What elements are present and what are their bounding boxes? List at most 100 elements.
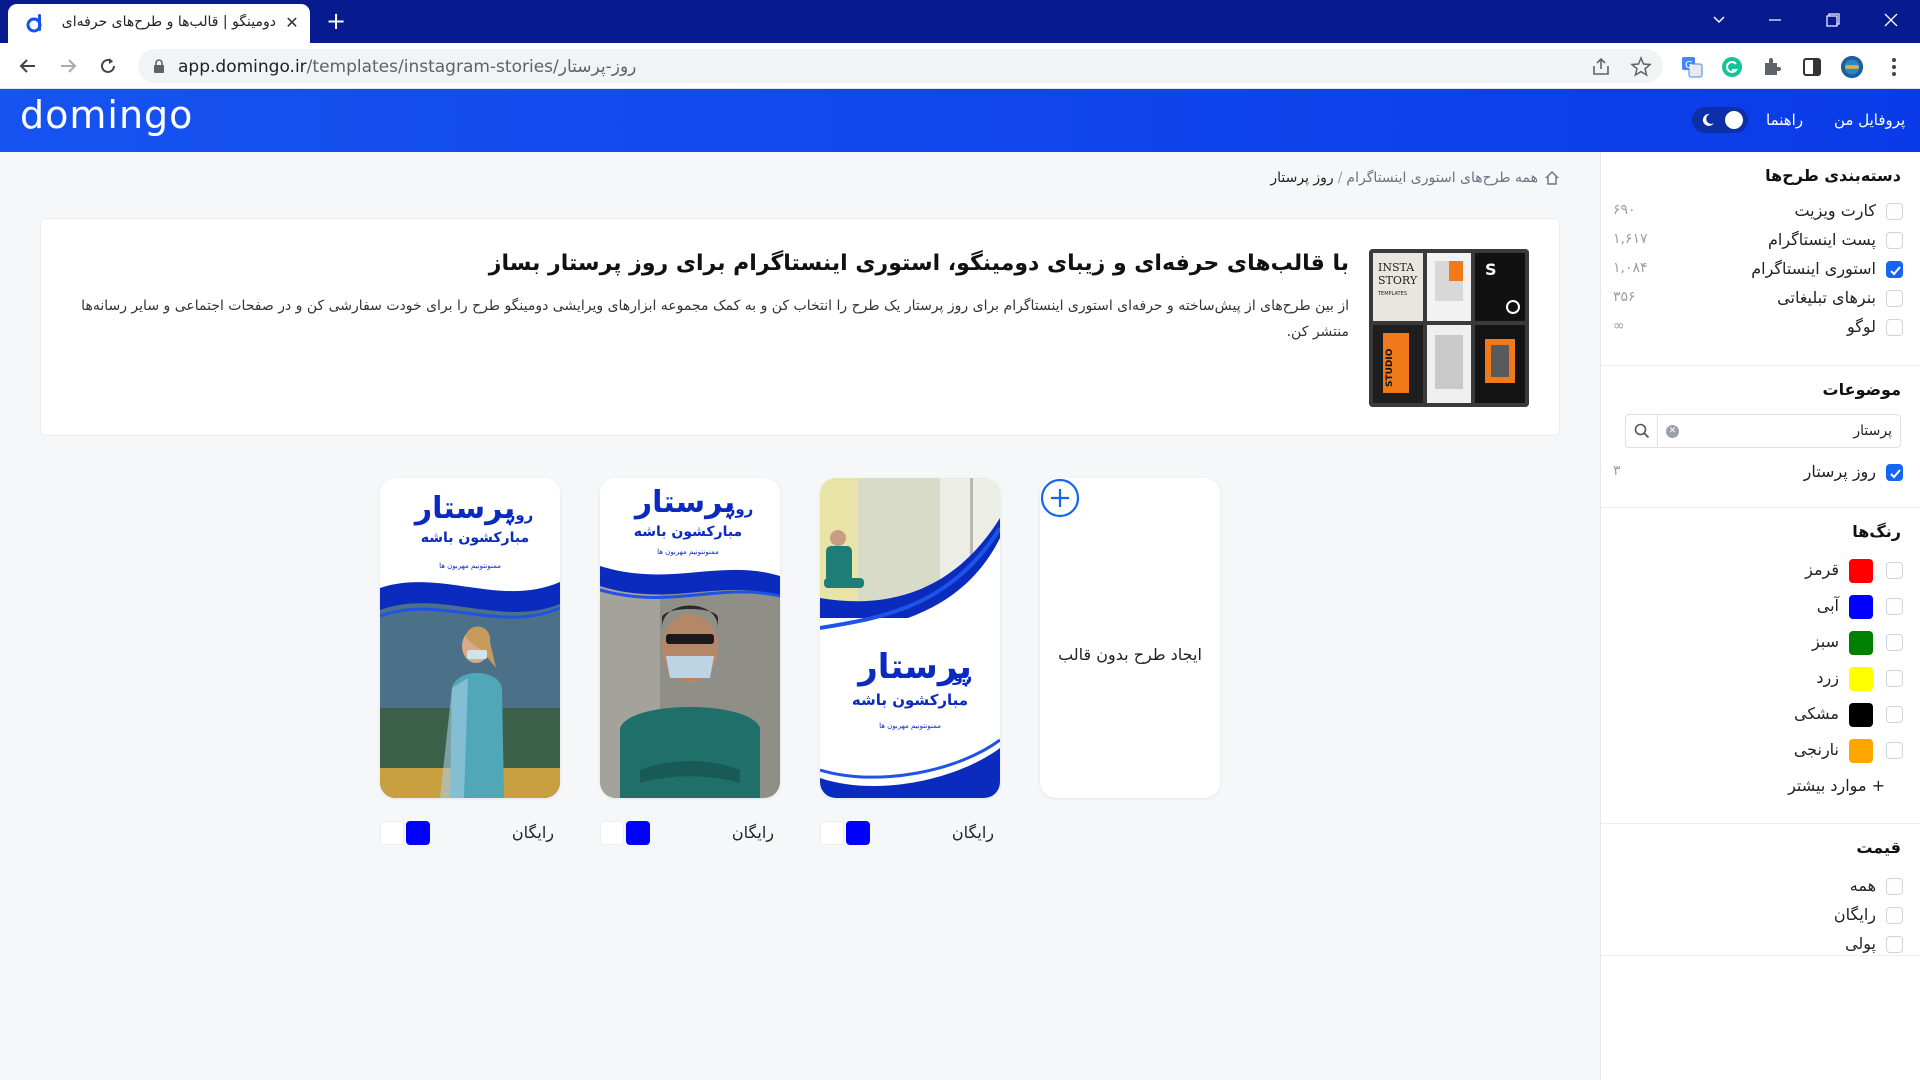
- category-item[interactable]: بنرهای تبلیغاتی ۳۵۶: [1613, 286, 1903, 312]
- template-meta: رایگان: [820, 818, 1000, 848]
- template-meta: رایگان: [600, 818, 780, 848]
- side-panel-icon[interactable]: [1800, 55, 1824, 79]
- address-bar[interactable]: app.domingo.ir/templates/instagram-stori…: [138, 49, 1663, 83]
- thumb-text-insta: INSTA: [1378, 261, 1415, 274]
- forward-icon[interactable]: [54, 52, 82, 80]
- category-label: بنرهای تبلیغاتی: [1777, 288, 1876, 307]
- share-icon[interactable]: [1590, 56, 1612, 78]
- lock-icon[interactable]: [152, 58, 166, 74]
- thumb-text-studio: STUDIO: [1385, 348, 1395, 387]
- template-card[interactable]: پرستار روز مبارکشون باشه ممنونتونیم مهرب…: [820, 478, 1000, 798]
- template-title-small: روز: [506, 506, 534, 524]
- topic-checkbox[interactable]: [1886, 464, 1903, 481]
- color-checkbox[interactable]: [1886, 742, 1903, 759]
- reload-icon[interactable]: [94, 52, 122, 80]
- create-blank-card[interactable]: ایجاد طرح بدون قالب: [1040, 478, 1220, 798]
- thumb-text-templates: TEMPLATES: [1377, 291, 1407, 297]
- breadcrumb-link[interactable]: همه طرح‌های استوری اینستاگرام: [1346, 170, 1538, 186]
- category-item[interactable]: کارت ویزیت ۶۹۰: [1613, 199, 1903, 225]
- color-item[interactable]: نارنجی: [1613, 738, 1903, 764]
- category-checkbox[interactable]: [1886, 232, 1903, 249]
- color-item[interactable]: سبز: [1613, 630, 1903, 656]
- topic-count: ۳: [1613, 463, 1621, 479]
- favicon-d-icon: [26, 14, 42, 33]
- clear-icon[interactable]: ✕: [1666, 425, 1679, 438]
- price-checkbox[interactable]: [1886, 936, 1903, 953]
- theme-toggle[interactable]: [1692, 107, 1748, 133]
- category-item[interactable]: استوری اینستاگرام ۱,۰۸۴: [1613, 257, 1903, 283]
- topic-search-input[interactable]: [1692, 419, 1892, 443]
- price-item[interactable]: همه: [1613, 874, 1903, 900]
- category-checkbox[interactable]: [1886, 203, 1903, 220]
- color-swatch-black[interactable]: [1849, 703, 1873, 727]
- domingo-logo[interactable]: domingo: [20, 93, 193, 137]
- browser-tab[interactable]: دومینگو | قالب‌ها و طرح‌های حرفه‌ای ✕: [8, 4, 310, 43]
- category-item[interactable]: لوگو ∞: [1613, 315, 1903, 341]
- help-link[interactable]: راهنما: [1766, 111, 1803, 129]
- color-swatch-white[interactable]: [600, 821, 624, 845]
- category-checkbox[interactable]: [1886, 319, 1903, 336]
- translate-icon[interactable]: G: [1680, 55, 1704, 79]
- price-item[interactable]: رایگان: [1613, 903, 1903, 929]
- back-icon[interactable]: [14, 52, 42, 80]
- topics-title: موضوعات: [1822, 380, 1901, 399]
- template-preview: پرستار روز مبارکشون باشه ممنونتونیم مهرب…: [600, 478, 780, 798]
- color-swatch-orange[interactable]: [1849, 739, 1873, 763]
- checkmark-icon: [1890, 266, 1901, 276]
- star-icon[interactable]: [1630, 56, 1652, 78]
- minimize-icon[interactable]: [1752, 0, 1798, 40]
- price-checkbox[interactable]: [1886, 878, 1903, 895]
- price-item[interactable]: پولی: [1613, 932, 1903, 958]
- color-swatch-green[interactable]: [1849, 631, 1873, 655]
- color-item[interactable]: مشکی: [1613, 702, 1903, 728]
- topic-item[interactable]: روز پرستار ۳: [1613, 460, 1903, 486]
- template-title-big: پرستار: [413, 491, 515, 526]
- color-swatch-blue[interactable]: [846, 821, 870, 845]
- plus-icon[interactable]: +: [322, 8, 350, 36]
- color-swatch-blue[interactable]: [626, 821, 650, 845]
- price-checkbox[interactable]: [1886, 907, 1903, 924]
- color-item[interactable]: زرد: [1613, 666, 1903, 692]
- color-swatch-red[interactable]: [1849, 559, 1873, 583]
- home-icon[interactable]: [1544, 170, 1560, 186]
- color-checkbox[interactable]: [1886, 706, 1903, 723]
- plus-circle-icon: [1040, 478, 1080, 518]
- profile-avatar-icon[interactable]: [1840, 55, 1864, 79]
- browser-titlebar: دومینگو | قالب‌ها و طرح‌های حرفه‌ای ✕ +: [0, 0, 1920, 43]
- thumb-text-story: STORY: [1378, 274, 1418, 287]
- color-label: نارنجی: [1793, 740, 1839, 759]
- moon-icon: [1702, 113, 1714, 126]
- color-checkbox[interactable]: [1886, 562, 1903, 579]
- color-item[interactable]: آبی: [1613, 594, 1903, 620]
- category-label: استوری اینستاگرام: [1751, 259, 1876, 278]
- chevron-down-icon[interactable]: [1696, 0, 1742, 40]
- category-label: پست اینستاگرام: [1767, 230, 1876, 249]
- category-checkbox[interactable]: [1886, 261, 1903, 278]
- price-label: رایگان: [731, 823, 774, 842]
- menu-icon[interactable]: [1882, 55, 1906, 79]
- template-card[interactable]: پرستار روز مبارکشون باشه ممنونتونیم مهرب…: [380, 478, 560, 798]
- tab-title: دومینگو | قالب‌ها و طرح‌های حرفه‌ای: [61, 14, 276, 30]
- color-checkbox[interactable]: [1886, 634, 1903, 651]
- template-caption: ممنونتونیم مهربون ها: [879, 722, 941, 730]
- close-window-icon[interactable]: [1868, 0, 1914, 40]
- extensions-icon[interactable]: [1760, 55, 1784, 79]
- color-swatch-white[interactable]: [820, 821, 844, 845]
- my-profile-link[interactable]: پروفایل من: [1834, 111, 1905, 129]
- color-swatch-yellow[interactable]: [1849, 667, 1873, 691]
- maximize-icon[interactable]: [1810, 0, 1856, 40]
- category-item[interactable]: پست اینستاگرام ۱,۶۱۷: [1613, 228, 1903, 254]
- color-item[interactable]: قرمز: [1613, 558, 1903, 584]
- grammarly-icon[interactable]: [1720, 55, 1744, 79]
- color-swatch-blue[interactable]: [1849, 595, 1873, 619]
- template-caption: ممنونتونیم مهربون ها: [439, 562, 501, 570]
- color-checkbox[interactable]: [1886, 670, 1903, 687]
- template-card[interactable]: پرستار روز مبارکشون باشه ممنونتونیم مهرب…: [600, 478, 780, 798]
- color-swatch-white[interactable]: [380, 821, 404, 845]
- color-checkbox[interactable]: [1886, 598, 1903, 615]
- category-checkbox[interactable]: [1886, 290, 1903, 307]
- more-colors-link[interactable]: + موارد بیشتر: [1788, 776, 1885, 795]
- search-button[interactable]: [1626, 415, 1658, 447]
- color-swatch-blue[interactable]: [406, 821, 430, 845]
- close-icon[interactable]: ✕: [282, 13, 302, 33]
